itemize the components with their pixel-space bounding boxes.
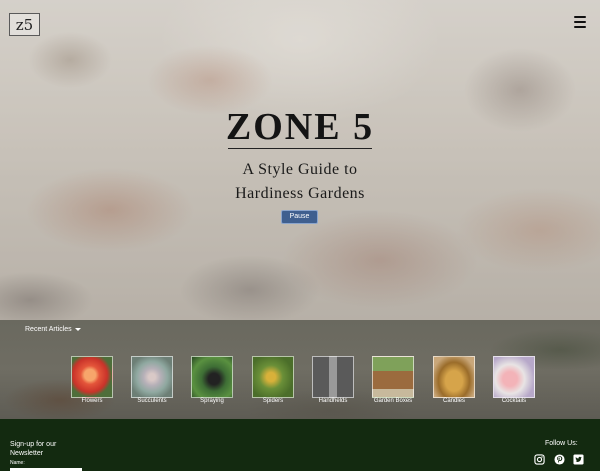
newsletter-heading-line1: Sign-up for our [10,441,57,448]
article-thumbnail [433,356,475,398]
hamburger-icon[interactable] [574,16,586,28]
recent-articles-section: Recent Articles Flowers Succulents Spray… [0,320,600,419]
hero-subtitle: A Style Guide to Hardiness Gardens [0,158,600,206]
recent-articles-heading: Recent Articles [25,326,72,333]
hero-title: ZONE 5 [225,106,375,148]
hero-subtitle-line1: A Style Guide to [242,161,358,178]
article-thumbnail [312,356,354,398]
article-label: Garden Boxes [373,398,413,404]
logo-text: z5 [15,15,34,34]
article-thumbnail [493,356,535,398]
twitter-icon[interactable] [573,454,584,465]
newsletter-heading-line2: Newsletter [10,450,44,457]
article-card-spiders[interactable]: Spiders [252,356,294,404]
article-thumbnail [252,356,294,398]
site-footer: Sign-up for our Newsletter Name: Follow … [0,419,600,471]
article-thumbnail [131,356,173,398]
article-thumbnail [71,356,113,398]
instagram-icon[interactable] [534,454,545,465]
article-thumbnail [191,356,233,398]
pause-button[interactable]: Pause [281,210,318,224]
article-card-spraying[interactable]: Spraying [191,356,233,404]
article-card-succulents[interactable]: Succulents [131,356,173,404]
newsletter-heading: Sign-up for our Newsletter [10,440,56,458]
article-label: Cocktails [501,398,527,404]
hero-subtitle-line2: Hardiness Gardens [235,185,365,202]
article-card-handhelds[interactable]: Handhelds [312,356,354,404]
article-thumbnail [372,356,414,398]
article-card-candles[interactable]: Candles [433,356,475,404]
article-card-flowers[interactable]: Flowers [71,356,113,404]
article-label: Spraying [200,398,224,404]
recent-articles-toggle[interactable]: Recent Articles [25,326,81,333]
caret-down-icon [74,328,81,331]
name-label: Name: [10,460,25,466]
pinterest-icon[interactable] [554,454,565,465]
follow-us-label: Follow Us: [545,440,578,447]
site-logo[interactable]: z5 [9,13,40,36]
title-divider [228,148,372,149]
article-card-garden-boxes[interactable]: Garden Boxes [372,356,414,404]
article-card-cocktails[interactable]: Cocktails [493,356,535,404]
